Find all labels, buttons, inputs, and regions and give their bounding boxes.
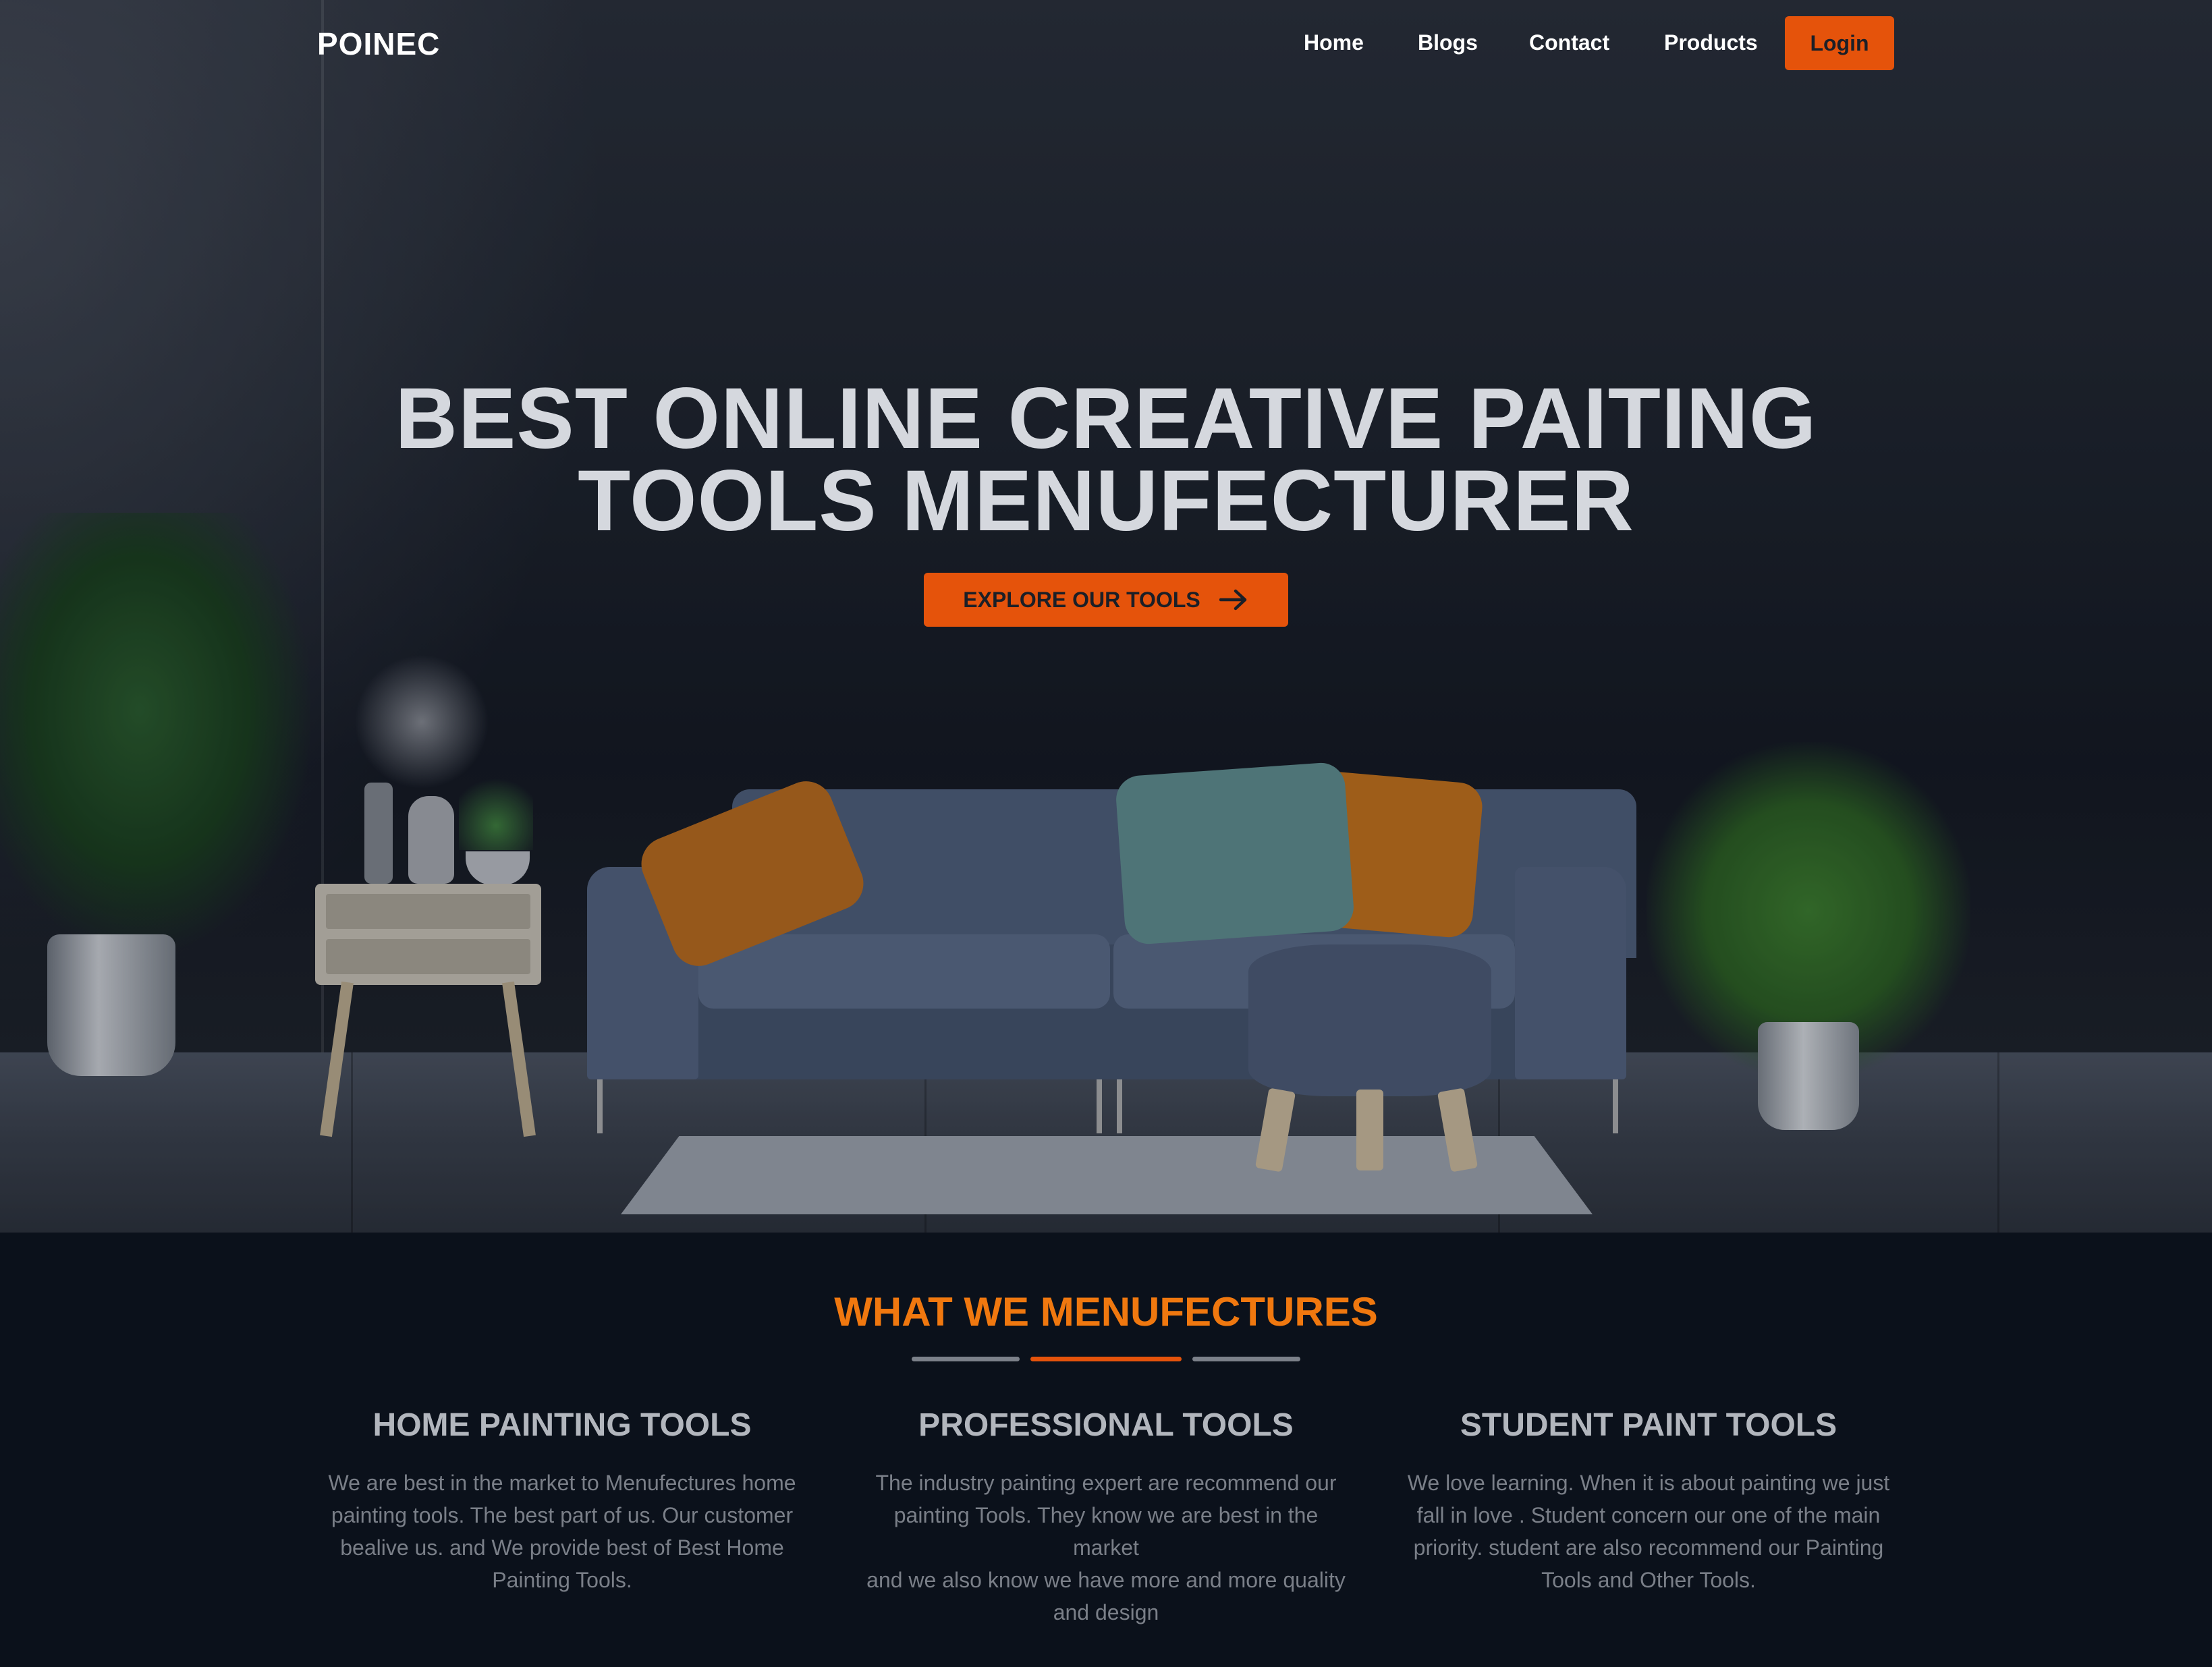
divider-line: [912, 1357, 1020, 1361]
explore-tools-label: EXPLORE OUR TOOLS: [963, 587, 1200, 612]
description-line: Tools and Other Tools.: [1541, 1568, 1756, 1592]
service-title: STUDENT PAINT TOOLS: [1460, 1407, 1837, 1443]
landing-page: BEST ONLINE CREATIVE PAITING TOOLS MENUF…: [0, 0, 2212, 1667]
description-line: and design: [1053, 1600, 1159, 1624]
service-card-professional: PROFESSIONAL TOOLS The industry painting…: [863, 1407, 1349, 1629]
nav-link-contact[interactable]: Contact: [1529, 30, 1609, 55]
description-line: We are best in the market to Menufecture…: [328, 1471, 796, 1495]
service-title: PROFESSIONAL TOOLS: [918, 1407, 1294, 1443]
service-description: We love learning. When it is about paint…: [1406, 1467, 1891, 1596]
login-button[interactable]: Login: [1785, 16, 1894, 70]
service-description: The industry painting expert are recomme…: [863, 1467, 1349, 1629]
description-line: Painting Tools.: [492, 1568, 632, 1592]
nav-link-home[interactable]: Home: [1304, 30, 1364, 55]
logo[interactable]: POINEC: [317, 26, 440, 62]
services-title: WHAT WE MENUFECTURES: [834, 1289, 1378, 1334]
description-line: priority. student are also recommend our…: [1413, 1535, 1884, 1560]
hero-title-line: TOOLS MENUFECTURER: [578, 453, 1634, 549]
service-description: We are best in the market to Menufecture…: [319, 1467, 805, 1596]
description-line: bealive us. and We provide best of Best …: [340, 1535, 784, 1560]
description-line: painting Tools. They know we are best in…: [893, 1503, 1319, 1560]
service-card-home: HOME PAINTING TOOLS We are best in the m…: [319, 1407, 805, 1596]
nav-link-products[interactable]: Products: [1664, 30, 1758, 55]
hero-section: BEST ONLINE CREATIVE PAITING TOOLS MENUF…: [0, 0, 2212, 1233]
nav-link-blogs[interactable]: Blogs: [1418, 30, 1478, 55]
top-nav: POINEC Home Blogs Contact Products Login: [0, 0, 2212, 88]
arrow-right-icon: [1219, 589, 1246, 611]
divider-line: [1192, 1357, 1300, 1361]
hero-title: BEST ONLINE CREATIVE PAITING TOOLS MENUF…: [0, 376, 2212, 544]
description-line: The industry painting expert are recomme…: [875, 1471, 1337, 1495]
description-line: fall in love . Student concern our one o…: [1416, 1503, 1881, 1527]
description-line: We love learning. When it is about paint…: [1407, 1471, 1890, 1495]
service-card-student: STUDENT PAINT TOOLS We love learning. Wh…: [1406, 1407, 1891, 1596]
explore-tools-button[interactable]: EXPLORE OUR TOOLS: [924, 573, 1288, 627]
divider-line-accent: [1030, 1357, 1182, 1361]
description-line: painting tools. The best part of us. Our…: [331, 1503, 794, 1527]
description-line: and we also know we have more and more q…: [866, 1568, 1346, 1592]
service-title: HOME PAINTING TOOLS: [372, 1407, 752, 1443]
